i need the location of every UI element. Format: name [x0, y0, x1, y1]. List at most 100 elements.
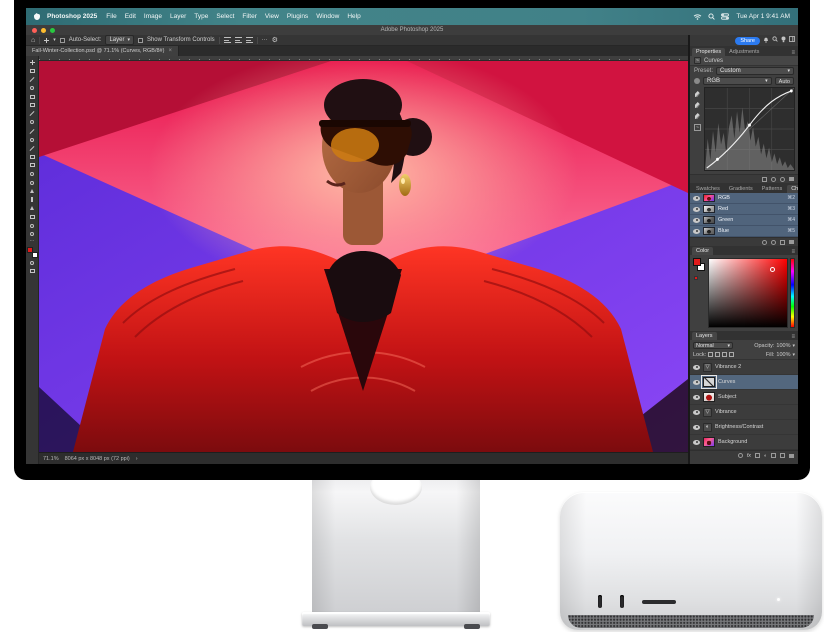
layer-row-brightness-contrast[interactable]: ◐ Brightness/Contrast — [690, 420, 798, 435]
quick-mask-icon[interactable] — [26, 258, 39, 267]
delete-adjustment-icon[interactable] — [789, 177, 794, 181]
dropdown-arrow-icon[interactable]: ▾ — [792, 352, 795, 358]
targeted-adjustment-icon[interactable] — [694, 78, 700, 84]
close-tab-icon[interactable]: × — [168, 48, 172, 54]
brush-tool-icon[interactable] — [26, 127, 39, 136]
tab-layers[interactable]: Layers — [692, 332, 717, 340]
layer-effects-icon[interactable]: fx — [747, 453, 751, 459]
eraser-tool-icon[interactable] — [26, 153, 39, 162]
foreground-color-swatch[interactable] — [693, 258, 701, 266]
layer-thumbnail[interactable] — [703, 437, 715, 447]
layer-mask-icon[interactable] — [755, 453, 760, 458]
blur-tool-icon[interactable] — [26, 170, 39, 179]
channel-dropdown[interactable]: RGB ▾ — [703, 77, 772, 85]
tab-channels[interactable]: Channels — [787, 185, 798, 193]
lock-position-icon[interactable] — [722, 352, 727, 357]
tab-gradients[interactable]: Gradients — [725, 185, 757, 193]
visibility-eye-icon[interactable] — [693, 380, 700, 385]
default-colors-icon[interactable] — [694, 276, 698, 280]
draw-curve-icon[interactable]: ~ — [694, 124, 701, 131]
tab-color[interactable]: Color — [692, 247, 713, 255]
apple-logo-icon[interactable] — [34, 13, 40, 20]
new-layer-icon[interactable] — [780, 453, 785, 458]
type-tool-icon[interactable] — [26, 196, 39, 205]
toggle-visibility-icon[interactable] — [771, 177, 776, 182]
white-point-eyedropper-icon[interactable] — [695, 113, 700, 119]
gear-icon[interactable]: ⚙ — [272, 35, 278, 46]
status-chevron-icon[interactable]: › — [136, 456, 138, 462]
layer-thumbnail[interactable] — [703, 392, 715, 402]
gradient-tool-icon[interactable] — [26, 161, 39, 170]
curve-grid[interactable] — [704, 87, 795, 171]
healing-brush-tool-icon[interactable] — [26, 118, 39, 127]
lasso-tool-icon[interactable] — [26, 75, 39, 84]
auto-button[interactable]: Auto — [775, 77, 794, 85]
delete-layer-icon[interactable] — [789, 454, 794, 458]
lock-transparency-icon[interactable] — [708, 352, 713, 357]
layer-row-curves[interactable]: Curves — [690, 375, 798, 390]
object-selection-tool-icon[interactable] — [26, 84, 39, 93]
menu-edit[interactable]: Edit — [125, 13, 136, 20]
tab-properties[interactable]: Properties — [692, 48, 725, 56]
tab-swatches[interactable]: Swatches — [692, 185, 724, 193]
document-tab[interactable]: Fall-Winter-Collection.psd @ 71.1% (Curv… — [26, 46, 179, 56]
layer-row-vibrance-2[interactable]: ▽ Vibrance 2 — [690, 360, 798, 375]
layer-row-vibrance[interactable]: ▽ Vibrance — [690, 405, 798, 420]
lock-all-icon[interactable] — [729, 352, 734, 357]
crop-tool-icon[interactable] — [26, 92, 39, 101]
adjustment-layer-icon[interactable]: ◐ — [764, 453, 767, 459]
more-options-icon[interactable]: ··· — [262, 37, 268, 43]
home-icon[interactable]: ⌂ — [31, 35, 35, 46]
visibility-eye-icon[interactable] — [693, 410, 700, 415]
lock-pixels-icon[interactable] — [715, 352, 720, 357]
marquee-tool-icon[interactable] — [26, 67, 39, 76]
notifications-bell-icon[interactable] — [763, 36, 769, 46]
menu-clock[interactable]: Tue Apr 1 9:41 AM — [736, 13, 790, 20]
tab-patterns[interactable]: Patterns — [758, 185, 786, 193]
layer-row-subject[interactable]: Subject — [690, 390, 798, 405]
gray-point-eyedropper-icon[interactable] — [695, 102, 700, 108]
menu-window[interactable]: Window — [316, 13, 339, 20]
curves-layer-thumbnail[interactable] — [703, 377, 715, 387]
path-selection-tool-icon[interactable] — [26, 204, 39, 213]
reset-adjustment-icon[interactable] — [780, 177, 785, 182]
saturation-brightness-field[interactable] — [708, 258, 788, 328]
load-selection-icon[interactable] — [762, 240, 767, 245]
blend-mode-dropdown[interactable]: Normal ▾ — [693, 342, 733, 349]
workspace-icon[interactable] — [789, 36, 795, 45]
move-tool-icon[interactable] — [44, 36, 49, 45]
visibility-eye-icon[interactable] — [693, 196, 700, 201]
visibility-eye-icon[interactable] — [693, 365, 700, 370]
dodge-tool-icon[interactable] — [26, 178, 39, 187]
opacity-value[interactable]: 100% — [776, 343, 790, 349]
fill-value[interactable]: 100% — [776, 352, 790, 358]
delete-channel-icon[interactable] — [789, 240, 794, 244]
menu-plugins[interactable]: Plugins — [287, 13, 308, 20]
tool-preset-arrow-icon[interactable]: ▾ — [53, 35, 56, 46]
screen-mode-icon[interactable] — [26, 267, 39, 276]
foreground-background-swatches[interactable] — [27, 247, 38, 258]
edit-toolbar-icon[interactable]: ··· — [30, 238, 35, 244]
auto-select-target-dropdown[interactable]: Layer ▾ — [105, 35, 134, 45]
visibility-eye-icon[interactable] — [693, 395, 700, 400]
align-center-icon[interactable] — [235, 37, 242, 43]
hue-slider[interactable] — [790, 258, 795, 328]
link-layers-icon[interactable] — [738, 453, 743, 458]
pen-tool-icon[interactable] — [26, 187, 39, 196]
menu-app-name[interactable]: Photoshop 2025 — [47, 13, 97, 20]
visibility-eye-icon[interactable] — [693, 218, 700, 223]
new-channel-icon[interactable] — [780, 240, 785, 245]
frame-tool-icon[interactable] — [26, 101, 39, 110]
zoom-level[interactable]: 71.1% — [43, 456, 59, 462]
tab-adjustments[interactable]: Adjustments — [725, 48, 763, 56]
channel-row-rgb[interactable]: RGB ⌘2 — [690, 193, 798, 204]
hand-tool-icon[interactable] — [26, 221, 39, 230]
visibility-eye-icon[interactable] — [693, 207, 700, 212]
move-tool-icon[interactable] — [26, 58, 39, 67]
eyedropper-tool-icon[interactable] — [26, 110, 39, 119]
zoom-tool-icon[interactable] — [26, 230, 39, 239]
color-cursor[interactable] — [770, 267, 775, 272]
menu-layer[interactable]: Layer — [170, 13, 186, 20]
auto-select-checkbox[interactable] — [60, 38, 65, 43]
channel-row-green[interactable]: Green ⌘4 — [690, 215, 798, 226]
